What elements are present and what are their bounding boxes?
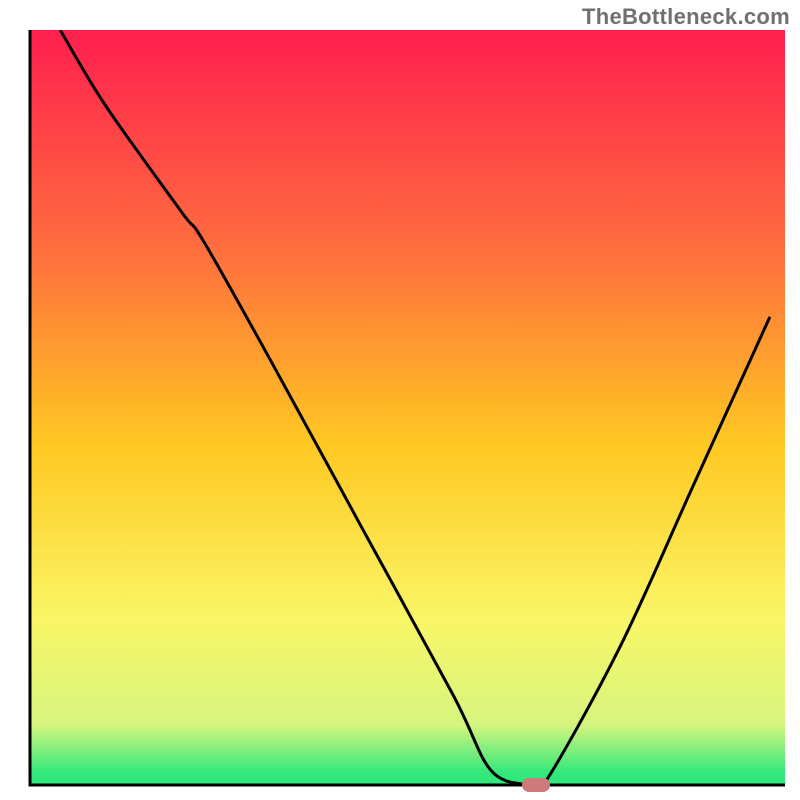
optimal-marker	[522, 778, 550, 792]
chart-container: TheBottleneck.com	[0, 0, 800, 800]
plot-background	[30, 30, 785, 785]
chart-svg	[0, 0, 800, 800]
watermark-text: TheBottleneck.com	[582, 4, 790, 30]
